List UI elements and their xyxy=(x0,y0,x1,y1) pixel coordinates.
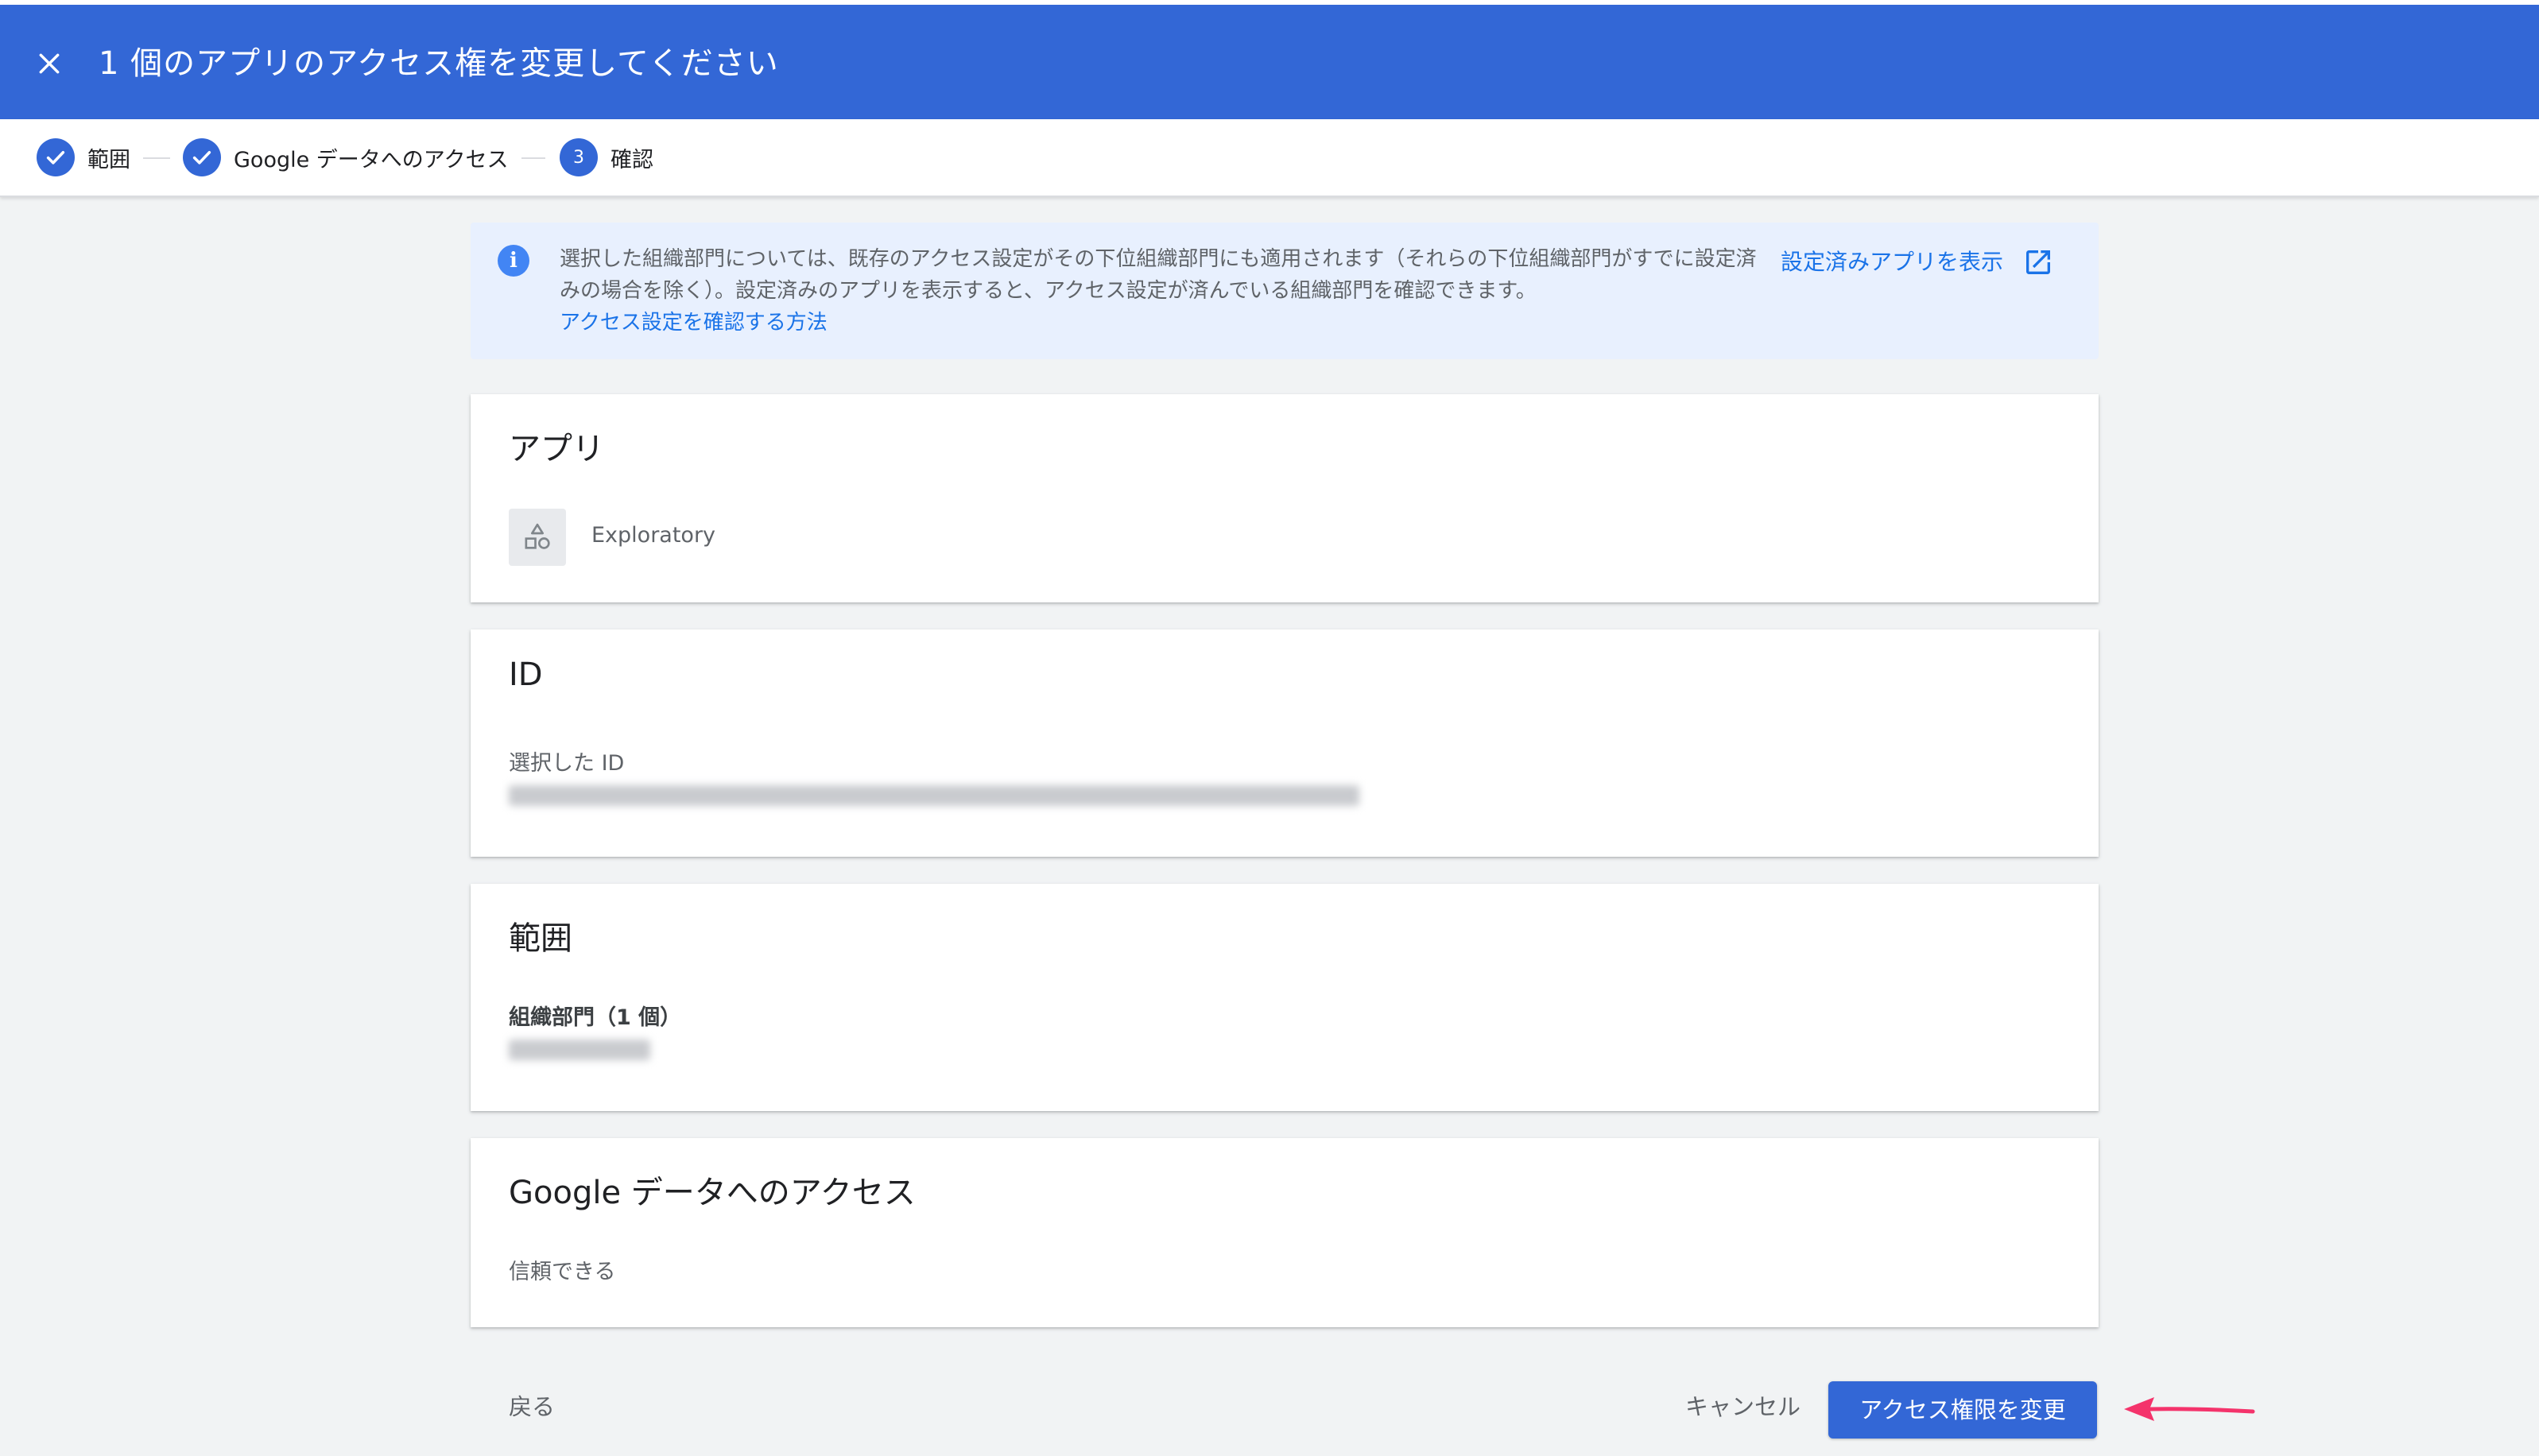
app-header: 1 個のアプリのアクセス権を変更してください xyxy=(0,5,2539,119)
redacted-org-unit xyxy=(509,1040,650,1060)
cancel-button[interactable]: キャンセル xyxy=(1669,1378,1816,1435)
page-title: 1 個のアプリのアクセス権を変更してください xyxy=(99,45,779,82)
card-title: アプリ xyxy=(509,431,604,467)
check-icon xyxy=(46,151,65,165)
info-banner: i 選択した組織部門については、既存のアクセス設定がその下位組織部門にも適用され… xyxy=(471,223,2099,359)
card-title: Google データへのアクセス xyxy=(509,1175,916,1211)
redacted-id-value xyxy=(509,785,1359,806)
view-configured-apps-link[interactable]: 設定済みアプリを表示 xyxy=(1781,243,2054,281)
apps-card: アプリ Exploratory xyxy=(471,394,2099,602)
org-unit-label: 組織部門（1 個） xyxy=(509,1005,682,1030)
close-icon xyxy=(39,53,60,74)
step-label: 確認 xyxy=(611,147,653,172)
step-done-marker xyxy=(37,138,75,176)
scope-card: 範囲 組織部門（1 個） xyxy=(471,884,2099,1111)
back-button[interactable]: 戻る xyxy=(493,1378,571,1435)
stepper: 範囲 Google データへのアクセス 3 確認 xyxy=(0,119,2539,197)
how-to-check-link[interactable]: アクセス設定を確認する方法 xyxy=(560,307,828,339)
change-access-button[interactable]: アクセス権限を変更 xyxy=(1828,1381,2097,1439)
access-level-value: 信頼できる xyxy=(509,1260,616,1284)
app-icon xyxy=(509,509,566,566)
selected-id-label: 選択した ID xyxy=(509,751,625,776)
step-scope[interactable]: 範囲 xyxy=(37,138,130,176)
open-in-new-icon xyxy=(2026,250,2051,274)
step-number-marker: 3 xyxy=(560,138,598,176)
step-connector xyxy=(143,157,170,159)
step-connector xyxy=(521,157,545,159)
card-title: ID xyxy=(509,656,543,693)
step-data-access[interactable]: Google データへのアクセス xyxy=(183,138,508,176)
app-name: Exploratory xyxy=(591,523,716,548)
info-text: 選択した組織部門については、既存のアクセス設定がその下位組織部門にも適用されます… xyxy=(560,247,1757,303)
check-icon xyxy=(192,151,211,165)
data-access-card: Google データへのアクセス 信頼できる xyxy=(471,1138,2099,1327)
view-configured-apps-label: 設定済みアプリを表示 xyxy=(1781,249,2004,275)
close-button[interactable] xyxy=(30,45,68,83)
step-done-marker xyxy=(183,138,221,176)
step-label: Google データへのアクセス xyxy=(234,147,509,172)
id-card: ID 選択した ID xyxy=(471,629,2099,857)
step-label: 範囲 xyxy=(87,147,130,172)
annotation-arrow xyxy=(2124,1397,2255,1421)
step-confirm: 3 確認 xyxy=(560,138,653,176)
card-title: 範囲 xyxy=(509,920,572,957)
info-icon: i xyxy=(498,245,529,277)
shapes-icon xyxy=(525,523,550,549)
